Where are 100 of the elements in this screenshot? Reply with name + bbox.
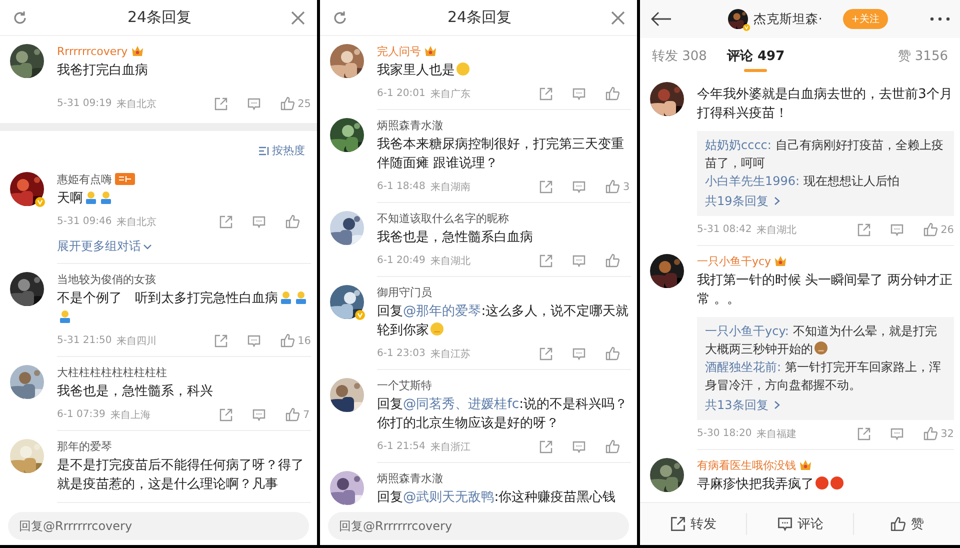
share-button[interactable]: 转发 — [640, 513, 747, 535]
comment-text: 我爸本来糖尿病控制很好，打完第三天变重伴随面瘫 跟谁说理？ — [377, 136, 625, 173]
like-icon[interactable] — [280, 333, 295, 348]
comment-location: 来自湖北 — [756, 224, 797, 236]
reply-text: 小白羊先生1996: 现在想想让人后怕 — [705, 173, 900, 190]
comment-text: 我爸也是，急性髓系白血病 — [377, 229, 534, 247]
share-icon[interactable] — [856, 222, 871, 236]
reply-text: 一只小鱼干ycy: 不知道为什么晕，就是打完大概两三秒钟开始的 — [705, 323, 938, 358]
comment-text: 天啊 — [57, 189, 311, 208]
like-count: 25 — [298, 98, 311, 110]
emoji-icon — [815, 476, 829, 490]
share-icon[interactable] — [539, 180, 553, 194]
share-icon[interactable] — [539, 440, 553, 454]
user-mention[interactable]: 一只小鱼干ycy: — [705, 324, 789, 338]
share-icon[interactable] — [539, 86, 553, 100]
comment-time: 5-30 18:20 — [697, 428, 752, 439]
user-mention[interactable]: @同茗秀、进媛桂fc — [403, 397, 520, 412]
user-name[interactable]: 大柱柱柱柱柱柱柱柱柱 — [57, 364, 167, 380]
comment-text: 回复@同茗秀、进媛桂fc:说的不是科兴吗？你打的北京生物应该是好的呀？ — [377, 396, 629, 433]
close-icon[interactable] — [611, 10, 625, 24]
user-name[interactable]: 那年的爱琴 — [57, 438, 112, 454]
sort-button[interactable]: 按热度 — [259, 143, 305, 158]
reply-text: 姑奶奶cccc: 自己有病刚好打疫苗，全赖上疫苗了，呵呵 — [705, 137, 944, 172]
like-icon[interactable] — [285, 214, 300, 229]
reply-field[interactable]: 回复@Rrrrrrrcovery — [8, 512, 309, 540]
user-name[interactable]: 一个艾斯特 — [377, 378, 432, 392]
comment-text: 我打第一针的时候 头一瞬间晕了 两分钟才正常 。。 — [697, 272, 954, 309]
user-name[interactable]: 炳照森青水澈 — [377, 118, 443, 132]
like-icon[interactable] — [605, 439, 620, 454]
like-icon[interactable] — [605, 346, 620, 361]
user-name[interactable]: 御用守门员 — [377, 284, 432, 300]
emoji-icon — [456, 62, 470, 76]
comment-icon[interactable] — [252, 214, 266, 228]
comment-time: 5-31 21:50 — [57, 335, 112, 346]
user-mention[interactable]: @那年的爱琴 — [403, 304, 482, 319]
share-icon[interactable] — [214, 334, 228, 348]
emoji-icon — [430, 322, 444, 336]
comment-icon[interactable] — [246, 334, 261, 348]
like-button[interactable]: 赞 — [854, 513, 960, 535]
comment-text: 回复@那年的爱琴:这么多人，说不定哪天就轮到你家 — [377, 303, 630, 340]
share-icon[interactable] — [214, 96, 228, 110]
refresh-icon[interactable] — [12, 10, 28, 26]
comment-icon[interactable] — [572, 346, 586, 360]
user-name[interactable]: 有病看医生哦你没钱 — [697, 458, 796, 472]
comment-icon[interactable] — [890, 426, 904, 440]
user-mention[interactable]: 小白羊先生1996: — [705, 174, 800, 188]
user-mention[interactable]: @武则天无敌鸭 — [403, 490, 494, 505]
reply-field[interactable]: 回复@Rrrrrrrcovery — [328, 512, 629, 540]
like-icon[interactable] — [285, 407, 300, 422]
like-icon[interactable] — [605, 253, 620, 268]
refresh-icon[interactable] — [332, 10, 348, 26]
comment-text: 是不是打完疫苗后不能得任何病了呀？得了就是疫苗惹的，这是什么理论啊？凡事 — [57, 457, 305, 494]
comment-icon[interactable] — [572, 86, 586, 100]
share-icon[interactable] — [539, 346, 553, 360]
close-icon[interactable] — [291, 10, 305, 24]
tab[interactable]: 评论 497 — [726, 43, 785, 69]
comment-icon[interactable] — [572, 254, 586, 268]
user-name[interactable]: 完人问号 — [377, 44, 421, 58]
crown-icon — [799, 459, 812, 471]
more-icon[interactable] — [930, 17, 950, 21]
share-icon — [670, 516, 686, 532]
more-replies-link[interactable]: 共19条回复 — [705, 191, 782, 211]
author-name[interactable]: 杰克斯坦森· — [753, 10, 822, 28]
like-count: 32 — [940, 428, 954, 440]
comment-time: 5-31 08:42 — [697, 224, 752, 235]
share-icon[interactable] — [539, 254, 553, 268]
back-icon[interactable] — [650, 11, 672, 27]
comment-icon[interactable] — [246, 96, 261, 110]
comment-location: 来自四川 — [116, 334, 157, 348]
tab[interactable]: 转发 308 — [652, 43, 707, 69]
comment-time: 6-1 23:03 — [377, 348, 426, 359]
expand-link[interactable]: 展开更多组对话 — [57, 238, 152, 255]
comment-icon[interactable] — [252, 408, 266, 422]
comment-text: 不是个例了 听到太多打完急性白血病 — [57, 289, 311, 327]
user-name[interactable]: 一只小鱼干ycy — [697, 254, 772, 268]
share-icon[interactable] — [219, 408, 233, 422]
share-icon[interactable] — [856, 426, 871, 440]
user-mention[interactable]: 姑奶奶cccc: — [705, 138, 772, 152]
comment-button[interactable]: 评论 — [747, 513, 854, 535]
comment-icon — [776, 516, 792, 532]
like-icon[interactable] — [922, 222, 938, 237]
comment-time: 6-1 20:01 — [377, 88, 426, 99]
tab[interactable]: 赞 3156 — [898, 43, 948, 69]
user-name[interactable]: 惠姫有点嗨 — [57, 172, 112, 186]
share-icon[interactable] — [219, 214, 233, 228]
crown-icon — [774, 255, 788, 267]
comment-icon[interactable] — [890, 222, 904, 236]
like-icon[interactable] — [922, 426, 938, 441]
comment-icon[interactable] — [572, 440, 586, 454]
user-name[interactable]: Rrrrrrrcovery — [57, 44, 128, 58]
like-icon[interactable] — [605, 179, 620, 194]
like-icon[interactable] — [280, 96, 295, 111]
emoji-icon — [84, 190, 98, 204]
user-name[interactable]: 不知道该取什么名字的昵称 — [377, 210, 509, 226]
user-name[interactable]: 当地较为俊俏的女孩 — [57, 272, 156, 286]
more-replies-link[interactable]: 共13条回复 — [705, 395, 782, 415]
user-name[interactable]: 炳照森青水澈 — [377, 470, 443, 486]
like-icon[interactable] — [605, 86, 620, 101]
user-mention[interactable]: 酒醒独坐花前: — [705, 360, 782, 374]
comment-icon[interactable] — [572, 180, 586, 194]
